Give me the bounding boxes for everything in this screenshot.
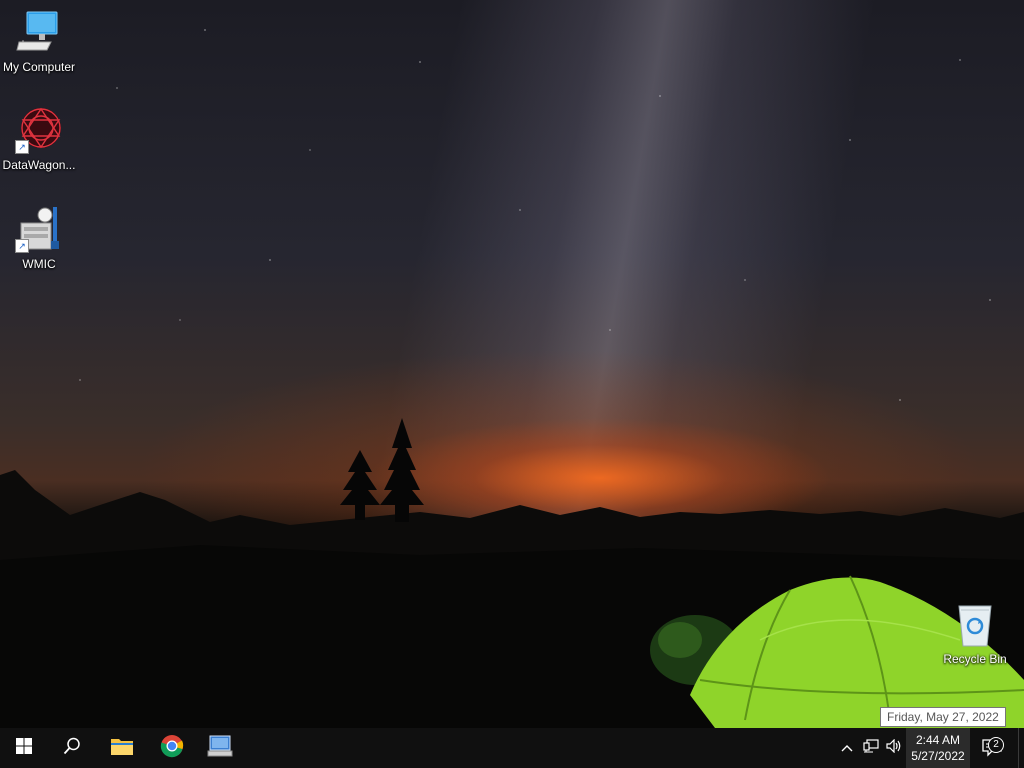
shortcut-arrow-icon: ↗	[15, 239, 29, 253]
start-button[interactable]	[0, 728, 48, 768]
action-center-button[interactable]: 2	[976, 728, 1012, 768]
chrome-icon	[160, 734, 184, 763]
taskbar-clock[interactable]: 2:44 AM 5/27/2022	[906, 728, 970, 768]
show-hidden-icons-button[interactable]	[838, 728, 856, 768]
volume-tray-button[interactable]	[884, 728, 906, 768]
date-tooltip: Friday, May 27, 2022	[880, 707, 1006, 727]
show-desktop-button[interactable]	[1018, 728, 1024, 768]
desktop-icon-datawagon[interactable]: ↗ DataWagon...	[0, 106, 78, 172]
desktop-wallpaper[interactable]: My Computer ↗ DataWagon... ↗ WMIC Recycl…	[0, 0, 1024, 728]
notification-count-badge: 2	[988, 737, 1004, 753]
desktop-icon-recycle-bin[interactable]: Recycle Bin	[936, 600, 1014, 666]
desktop-icon-label: DataWagon...	[2, 158, 76, 172]
chevron-up-icon	[841, 739, 853, 757]
recycle-bin-icon	[951, 600, 999, 648]
windows-start-icon	[16, 737, 32, 759]
network-icon	[863, 738, 879, 758]
desktop-icon-label: My Computer	[2, 60, 76, 74]
chrome-button[interactable]	[148, 728, 196, 768]
search-button[interactable]	[48, 728, 96, 768]
clock-time: 2:44 AM	[915, 733, 961, 747]
desktop-icon-label: WMIC	[22, 257, 56, 271]
taskbar: 2:44 AM 5/27/2022 2	[0, 728, 1024, 768]
desktop-icon-wmic[interactable]: ↗ WMIC	[0, 205, 78, 271]
desktop-icon-my-computer[interactable]: My Computer	[0, 8, 78, 74]
datawagon-icon: ↗	[15, 106, 63, 154]
network-app-button[interactable]	[196, 728, 244, 768]
file-explorer-icon	[110, 736, 134, 761]
file-explorer-button[interactable]	[98, 728, 146, 768]
search-icon	[63, 737, 81, 760]
network-app-icon	[207, 734, 233, 763]
wmic-icon: ↗	[15, 205, 63, 253]
shortcut-arrow-icon: ↗	[15, 140, 29, 154]
clock-date: 5/27/2022	[911, 749, 965, 763]
wallpaper-landscape	[0, 418, 1024, 728]
network-tray-button[interactable]	[860, 728, 882, 768]
computer-icon	[15, 8, 63, 56]
desktop-icon-label: Recycle Bin	[943, 652, 1007, 666]
volume-icon	[886, 738, 904, 758]
notification-icon: 2	[982, 737, 1006, 759]
